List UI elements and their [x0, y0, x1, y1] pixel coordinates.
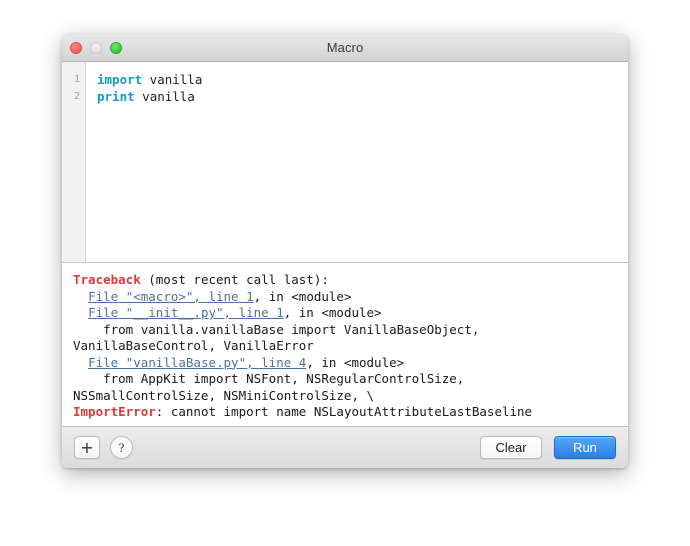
line-number: 2 — [73, 91, 80, 102]
traceback-file-link[interactable]: File "vanillaBase.py", line 4 — [88, 355, 306, 370]
code-text: vanilla — [142, 72, 203, 87]
line-number: 1 — [73, 74, 80, 85]
traceback-line: from vanilla.vanillaBase import VanillaB… — [73, 322, 628, 339]
bottom-toolbar: + ? Clear Run — [62, 426, 628, 468]
output-console[interactable]: Traceback (most recent call last): File … — [62, 263, 628, 426]
error-text: ImportError — [73, 404, 156, 419]
window-title: Macro — [326, 40, 364, 55]
clear-button[interactable]: Clear — [480, 436, 542, 459]
traceback-file-link[interactable]: File "<macro>", line 1 — [88, 289, 254, 304]
add-button[interactable]: + — [74, 436, 100, 459]
run-button[interactable]: Run — [554, 436, 616, 459]
traceback-text — [73, 305, 88, 320]
traceback-text: from AppKit import NSFont, NSRegularCont… — [73, 371, 465, 386]
code-editor-pane[interactable]: 12 import vanilla print vanilla — [62, 62, 628, 262]
traceback-line: Traceback (most recent call last): — [73, 272, 628, 289]
macro-window: Macro 12 import vanilla print vanilla Tra… — [62, 34, 628, 468]
traceback-text — [73, 355, 88, 370]
traceback-line: ImportError: cannot import name NSLayout… — [73, 404, 628, 421]
traceback-line: VanillaBaseControl, VanillaError — [73, 338, 628, 355]
traceback-file-link[interactable]: File "__init__.py", line 1 — [88, 305, 284, 320]
close-button[interactable] — [70, 41, 82, 54]
traceback-text: , in <module> — [253, 288, 352, 304]
traceback-text: NSSmallControlSize, NSMiniControlSize, \ — [73, 387, 375, 403]
traceback-line: File "vanillaBase.py", line 4, in <modul… — [73, 355, 628, 372]
traceback-line: from AppKit import NSFont, NSRegularCont… — [73, 371, 628, 388]
code-text: vanilla — [134, 89, 195, 104]
line-number-gutter: 12 — [62, 62, 86, 262]
traceback-text: , in <module> — [306, 354, 405, 370]
traceback-text: VanillaBaseControl, VanillaError — [73, 338, 314, 353]
traceback-text: : cannot import name NSLayoutAttributeLa… — [155, 404, 533, 419]
zoom-button[interactable] — [110, 41, 122, 54]
traceback-text: , in <module> — [283, 305, 382, 320]
minimize-button[interactable] — [90, 41, 102, 54]
code-line: import vanilla — [97, 71, 628, 88]
traceback-text: from vanilla.vanillaBase import VanillaB… — [73, 321, 480, 337]
title-bar[interactable]: Macro — [62, 34, 628, 62]
traceback-line: File "__init__.py", line 1, in <module> — [73, 305, 628, 322]
traceback-line: NSSmallControlSize, NSMiniControlSize, \ — [73, 388, 628, 405]
error-text: Traceback — [73, 272, 141, 287]
code-line: print vanilla — [97, 88, 628, 105]
code-keyword: print — [97, 89, 135, 104]
help-button[interactable]: ? — [110, 436, 133, 459]
traceback-line: File "<macro>", line 1, in <module> — [73, 289, 628, 306]
code-keyword: import — [97, 72, 143, 87]
traceback-text: (most recent call last): — [140, 272, 329, 287]
window-controls — [70, 41, 122, 54]
traceback-text — [73, 289, 88, 304]
code-input[interactable]: import vanilla print vanilla — [86, 62, 628, 262]
